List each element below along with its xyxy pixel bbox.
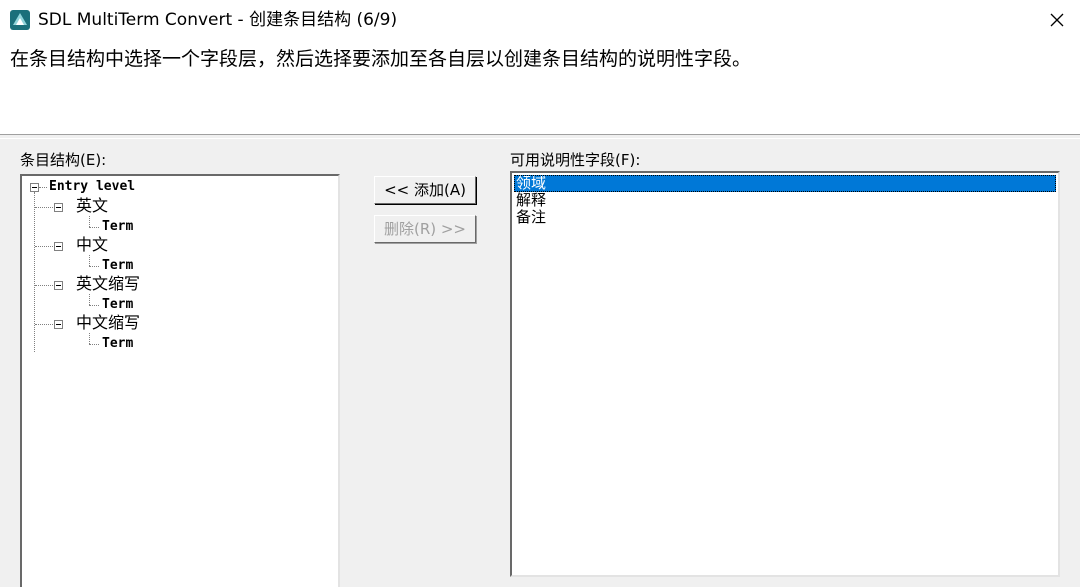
tree-node-chinese[interactable]: 中文: [76, 236, 108, 254]
tree-connector: [35, 324, 53, 325]
tree-node-term[interactable]: Term: [102, 258, 133, 274]
convert-wizard-window: SDL MultiTerm Convert - 创建条目结构 (6/9) 在条目…: [0, 0, 1080, 587]
tree-node-term[interactable]: Term: [102, 297, 133, 313]
close-icon: [1050, 13, 1064, 27]
entry-structure-tree[interactable]: Entry level 英文 Term 中文 Term 英文缩写 Term 中文…: [20, 174, 340, 587]
tree-node-english[interactable]: 英文: [76, 197, 108, 215]
tree-connector: [89, 333, 90, 344]
collapse-icon[interactable]: [54, 242, 63, 251]
available-fields-label: 可用说明性字段(F):: [510, 151, 641, 169]
available-fields-list[interactable]: 领域 解释 备注: [510, 171, 1060, 577]
tree-connector: [34, 192, 35, 352]
tree-node-chinese-abbr[interactable]: 中文缩写: [76, 314, 140, 332]
collapse-icon[interactable]: [54, 281, 63, 290]
tree-connector: [35, 207, 53, 208]
tree-connector: [39, 187, 47, 188]
wizard-header: SDL MultiTerm Convert - 创建条目结构 (6/9) 在条目…: [0, 0, 1080, 134]
close-button[interactable]: [1040, 4, 1074, 36]
tree-node-entry-level[interactable]: Entry level: [49, 179, 135, 195]
tree-node-english-abbr[interactable]: 英文缩写: [76, 275, 140, 293]
tree-connector: [35, 285, 53, 286]
tree-connector: [89, 227, 99, 228]
tree-node-term[interactable]: Term: [102, 336, 133, 352]
tree-connector: [89, 305, 99, 306]
tree-connector: [89, 216, 90, 227]
list-item-note[interactable]: 备注: [514, 209, 546, 226]
wizard-body: 条目结构(E): Entry level 英文 Term 中文 Term 英文缩…: [0, 139, 1080, 587]
list-item-explanation[interactable]: 解释: [514, 192, 546, 209]
tree-connector: [35, 246, 53, 247]
add-field-button[interactable]: << 添加(A): [374, 176, 476, 204]
wizard-instruction: 在条目结构中选择一个字段层，然后选择要添加至各自层以创建条目结构的说明性字段。: [10, 48, 752, 70]
window-title: SDL MultiTerm Convert - 创建条目结构 (6/9): [38, 10, 398, 30]
tree-node-term[interactable]: Term: [102, 219, 133, 235]
entry-structure-label: 条目结构(E):: [20, 151, 107, 169]
tree-connector: [89, 266, 99, 267]
sdl-multiterm-icon: [10, 10, 30, 30]
collapse-icon[interactable]: [30, 183, 39, 192]
tree-connector: [89, 294, 90, 305]
tree-connector: [89, 344, 99, 345]
list-item-domain[interactable]: 领域: [514, 175, 1056, 192]
collapse-icon[interactable]: [54, 203, 63, 212]
remove-field-button[interactable]: 删除(R) >>: [374, 215, 476, 243]
tree-connector: [89, 255, 90, 266]
collapse-icon[interactable]: [54, 320, 63, 329]
